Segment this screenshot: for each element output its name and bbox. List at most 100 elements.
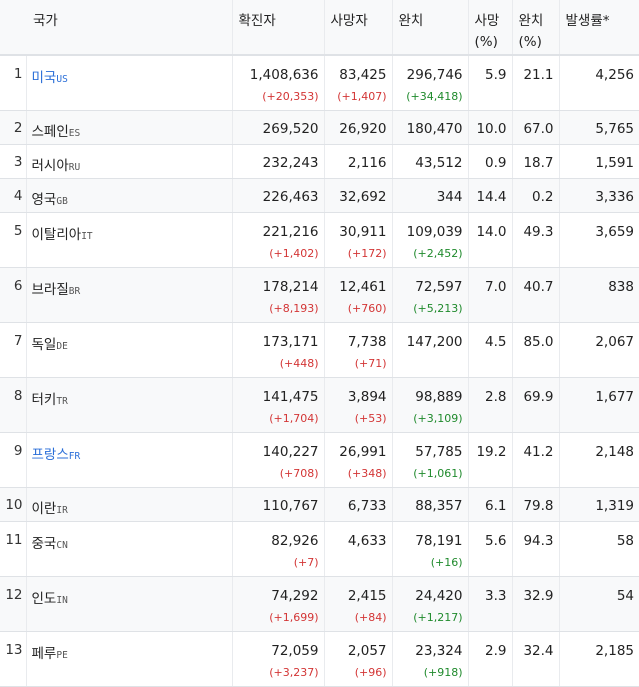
deaths-cell-value: 83,425 [339, 67, 387, 83]
incidence-cell: 4,256 [559, 55, 639, 111]
country-cell: 브라질BR [26, 267, 233, 323]
confirmed-cell: 74,292 (+1,699) [232, 576, 325, 632]
country-cell: 미국US [26, 55, 233, 111]
table-row: 9 프랑스FR 140,227 (+708) 26,991 (+348) 57,785 (+1… [0, 432, 639, 488]
recovered-cell-change: (+1,061) [413, 466, 463, 480]
death-rate-cell: 4.5 [468, 322, 513, 378]
country-code: DE [56, 340, 68, 352]
incidence-cell-value: 838 [608, 278, 634, 295]
country-code: IN [56, 594, 68, 606]
recovered-cell-value: 296,746 [406, 67, 463, 83]
recovered-cell-change: (+16) [430, 555, 463, 569]
incidence-cell-value: 2,067 [595, 333, 634, 350]
deaths-cell-change: (+53) [354, 411, 387, 425]
country-cell: 영국GB [26, 178, 233, 213]
confirmed-cell: 226,463 [232, 178, 325, 213]
rank-cell: 4 [0, 178, 27, 213]
country-code[interactable]: US [56, 74, 67, 85]
country-code: CN [56, 539, 68, 551]
incidence-cell-value: 2,185 [595, 642, 634, 659]
recovered-cell-value: 72,597 [415, 278, 463, 295]
rank-cell: 3 [0, 144, 27, 179]
table-row: 1 미국US 1,408,636 (+20,353) 83,425 (+1,407) 296… [0, 55, 639, 111]
rank-cell: 13 [0, 631, 27, 687]
confirmed-cell: 110,767 [232, 487, 325, 522]
table-row: 10 이란IR 110,767 6,733 88,357 6.1 79.8 1,319 [0, 487, 639, 522]
incidence-cell: 1,591 [559, 144, 639, 179]
recovery-rate-cell: 32.4 [512, 631, 560, 687]
country-code[interactable]: FR [69, 451, 80, 462]
recovered-cell-value: 109,039 [406, 223, 463, 240]
header-country[interactable]: 국가 [0, 0, 233, 56]
recovery-rate-cell: 40.7 [512, 267, 560, 323]
recovered-cell-value: 23,324 [415, 642, 463, 659]
country-name: 이탈리아 [31, 226, 82, 243]
country-name: 터키 [31, 391, 57, 408]
recovered-cell: 98,889 (+3,109) [392, 377, 469, 433]
deaths-cell: 2,057 (+96) [324, 631, 393, 687]
recovered-cell-value: 57,785 [415, 443, 463, 460]
rank-cell: 11 [0, 521, 27, 577]
confirmed-cell: 232,243 [232, 144, 325, 179]
incidence-cell: 1,677 [559, 377, 639, 433]
rank-cell: 12 [0, 576, 27, 632]
deaths-cell-value: 32,692 [339, 188, 387, 205]
rank-cell: 2 [0, 110, 27, 145]
recovered-cell: 78,191 (+16) [392, 521, 469, 577]
confirmed-cell: 140,227 (+708) [232, 432, 325, 488]
country-name: 브라질 [31, 281, 69, 298]
rank-cell: 1 [0, 55, 27, 111]
death-rate-cell: 10.0 [468, 110, 513, 145]
deaths-cell-value: 30,911 [339, 223, 387, 240]
incidence-cell: 5,765 [559, 110, 639, 145]
incidence-cell: 2,067 [559, 322, 639, 378]
table-header: 국가 확진자 사망자 완치 사망 (%) 완치 (%) 발생률* [0, 0, 639, 56]
header-death-rate[interactable]: 사망 (%) [468, 0, 513, 56]
country-name: 영국 [31, 191, 57, 208]
recovery-rate-cell-value: 94.3 [523, 532, 554, 549]
header-recovered[interactable]: 완치 [392, 0, 469, 56]
recovery-rate-cell-value: 79.8 [523, 497, 554, 514]
rank-cell: 5 [0, 212, 27, 268]
recovered-cell-value: 98,889 [415, 388, 463, 405]
deaths-cell: 26,991 (+348) [324, 432, 393, 488]
table-row: 7 독일DE 173,171 (+448) 7,738 (+71) 147,200 4.5 85… [0, 322, 639, 378]
confirmed-cell-value: 140,227 [262, 443, 319, 460]
recovered-cell-value: 24,420 [415, 587, 463, 604]
header-confirmed[interactable]: 확진자 [232, 0, 325, 56]
confirmed-cell: 221,216 (+1,402) [232, 212, 325, 268]
recovery-rate-cell: 85.0 [512, 322, 560, 378]
confirmed-cell-change: (+1,699) [269, 610, 319, 624]
deaths-cell-value: 6,733 [347, 497, 387, 514]
table-row: 6 브라질BR 178,214 (+8,193) 12,461 (+760) 72,597 (… [0, 267, 639, 323]
death-rate-cell-value: 14.0 [476, 223, 507, 240]
incidence-cell: 1,319 [559, 487, 639, 522]
recovery-rate-cell: 94.3 [512, 521, 560, 577]
death-rate-cell-value: 10.0 [476, 120, 507, 137]
incidence-cell: 3,336 [559, 178, 639, 213]
table-row: 11 중국CN 82,926 (+7) 4,633 78,191 (+16) 5.6 94.3 5… [0, 521, 639, 577]
recovery-rate-cell-value: 0.2 [532, 188, 554, 205]
country-code: IT [81, 230, 93, 242]
table-body: 1 미국US 1,408,636 (+20,353) 83,425 (+1,407) 296… [0, 55, 639, 687]
recovery-rate-cell-value: 69.9 [523, 388, 554, 405]
confirmed-cell-value: 110,767 [262, 497, 319, 514]
deaths-cell-change: (+84) [354, 610, 387, 624]
confirmed-cell-change: (+448) [279, 356, 319, 370]
header-incidence[interactable]: 발생률* [559, 0, 639, 56]
confirmed-cell-value: 72,059 [271, 642, 319, 659]
header-recovery-rate[interactable]: 완치 (%) [512, 0, 560, 56]
country-name: 러시아 [31, 157, 69, 174]
deaths-cell-value: 26,920 [339, 120, 387, 137]
recovered-cell: 344 [392, 178, 469, 213]
country-link[interactable]: 프랑스 [32, 447, 69, 463]
country-link[interactable]: 미국 [32, 70, 57, 86]
incidence-cell-value: 1,677 [595, 388, 634, 405]
header-deaths[interactable]: 사망자 [324, 0, 393, 56]
incidence-cell-value: 2,148 [595, 443, 634, 460]
country-cell: 스페인ES [26, 110, 233, 145]
recovered-cell: 180,470 [392, 110, 469, 145]
table-row: 8 터키TR 141,475 (+1,704) 3,894 (+53) 98,889 (+3,… [0, 377, 639, 433]
death-rate-cell-value: 14.4 [476, 188, 507, 205]
confirmed-cell-value: 178,214 [262, 278, 319, 295]
